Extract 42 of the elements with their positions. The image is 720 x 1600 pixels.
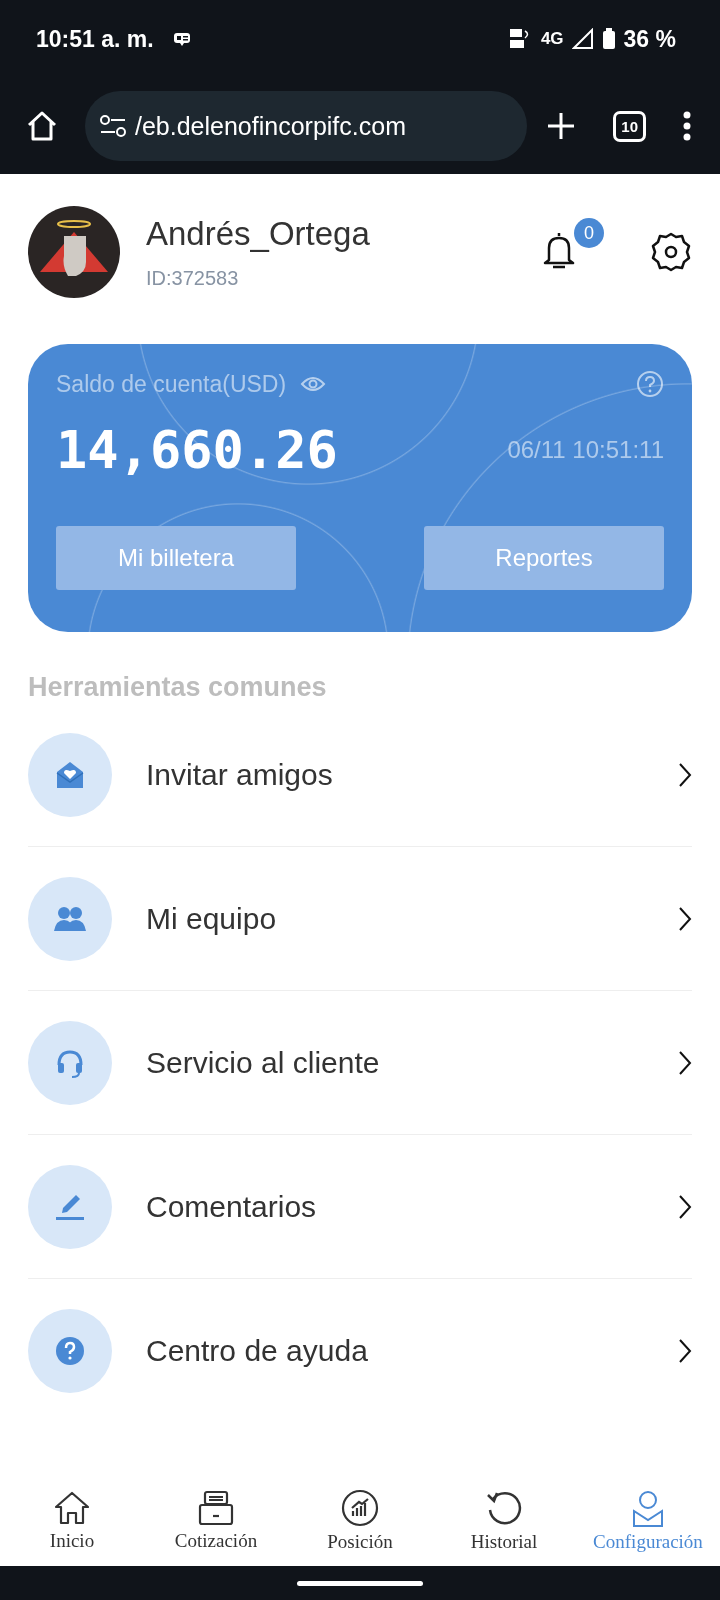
menu-item[interactable]: Centro de ayuda <box>28 1279 692 1422</box>
chevron-right-icon <box>678 905 692 932</box>
user-name: Andrés_Ortega <box>146 214 371 253</box>
url-text: /eb.delenofincorpifc.com <box>135 111 406 141</box>
house-icon <box>53 1490 91 1526</box>
battery-level: 36 % <box>623 25 676 53</box>
balance-timestamp: 06/11 10:51:11 <box>507 436 664 464</box>
bell-icon[interactable] <box>542 230 576 270</box>
nav-tab[interactable]: Posición <box>288 1489 432 1553</box>
address-bar[interactable]: /eb.delenofincorpifc.com <box>85 91 528 161</box>
chevron-right-icon <box>678 1337 692 1364</box>
home-indicator[interactable] <box>297 1580 423 1586</box>
notification-badge: 0 <box>574 218 604 248</box>
chevron-right-icon <box>678 1049 692 1076</box>
balance-amount: 14,660.26 <box>56 420 338 480</box>
site-settings-icon[interactable] <box>99 114 127 138</box>
nav-tab[interactable]: Configuración <box>576 1489 720 1553</box>
menu-item[interactable]: Servicio al cliente <box>28 991 692 1134</box>
signal-icon <box>571 28 594 50</box>
menu-item[interactable]: Mi equipo <box>28 847 692 990</box>
menu-item[interactable]: Comentarios <box>28 1135 692 1278</box>
chevron-right-icon <box>678 1193 692 1220</box>
history-icon <box>485 1489 523 1527</box>
settings-icon[interactable] <box>650 231 692 273</box>
status-time: 10:51 a. m. <box>36 25 154 53</box>
question-icon <box>54 1334 86 1367</box>
chevron-right-icon <box>678 761 692 788</box>
tab-count-button[interactable]: 10 <box>613 110 646 142</box>
balance-label: Saldo de cuenta(USD) <box>56 370 287 398</box>
menu-item[interactable]: Invitar amigos <box>28 703 692 846</box>
drawer-icon <box>197 1490 235 1526</box>
chart-circle-icon <box>341 1489 379 1527</box>
nav-tab[interactable]: Historial <box>432 1489 576 1553</box>
user-id: ID:372583 <box>146 266 240 290</box>
battery-icon <box>601 28 616 50</box>
message-icon <box>171 31 192 47</box>
section-title: Herramientas comunes <box>28 672 328 703</box>
home-icon[interactable] <box>25 109 59 143</box>
network-type: 4G <box>540 29 564 49</box>
nav-tab[interactable]: Inicio <box>0 1490 144 1552</box>
more-icon[interactable] <box>682 111 692 141</box>
nav-tab[interactable]: Cotización <box>144 1490 288 1552</box>
